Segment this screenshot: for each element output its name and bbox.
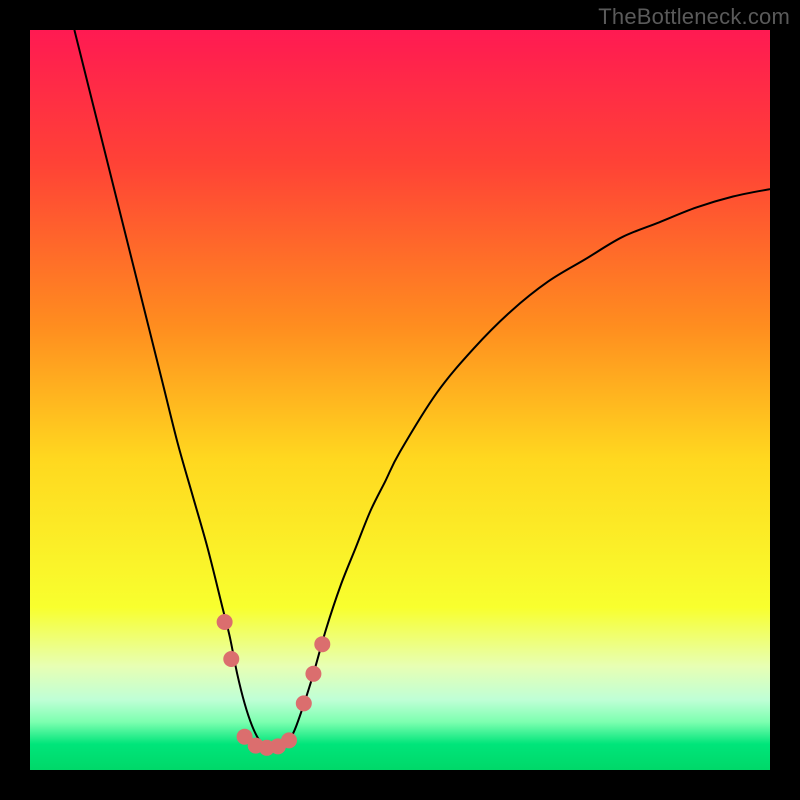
chart-frame: TheBottleneck.com [0, 0, 800, 800]
curve-marker [223, 651, 239, 667]
curve-marker [281, 732, 297, 748]
curve-marker [217, 614, 233, 630]
curve-marker [314, 636, 330, 652]
bottleneck-chart [30, 30, 770, 770]
chart-background [30, 30, 770, 770]
curve-marker [305, 666, 321, 682]
curve-marker [296, 695, 312, 711]
watermark-text: TheBottleneck.com [598, 4, 790, 30]
